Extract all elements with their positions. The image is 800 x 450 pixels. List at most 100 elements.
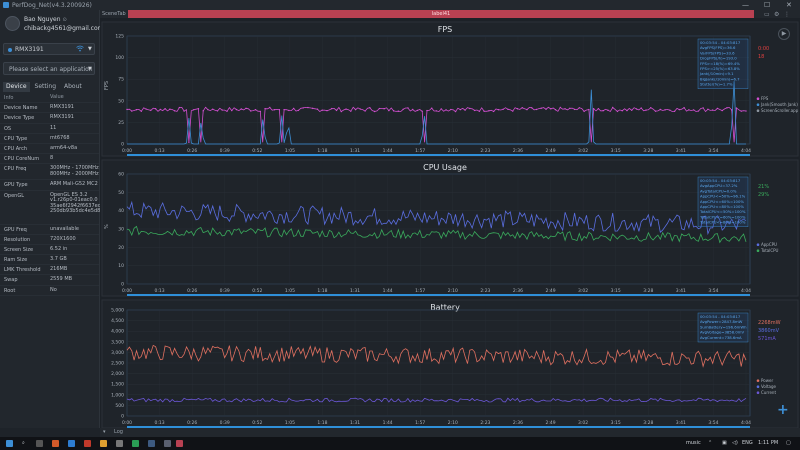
series-point bbox=[454, 110, 457, 113]
series-point bbox=[364, 110, 366, 112]
clock[interactable]: 1:11 PM bbox=[758, 440, 778, 446]
series-point bbox=[673, 110, 676, 113]
folder-icon[interactable] bbox=[100, 440, 107, 447]
series-point bbox=[702, 107, 704, 109]
info-header-value: Value bbox=[50, 94, 64, 100]
current-value-readout: 571mA bbox=[758, 336, 776, 342]
series-point bbox=[197, 107, 200, 110]
series-point bbox=[540, 107, 542, 109]
gear-icon[interactable]: ⚙ bbox=[774, 11, 779, 18]
pdf-icon[interactable] bbox=[84, 440, 91, 447]
y-tick-label: 60 bbox=[118, 172, 124, 178]
series-point bbox=[345, 108, 347, 110]
app-selector[interactable]: Please select an application ▼ bbox=[3, 62, 95, 75]
app-icon[interactable] bbox=[164, 440, 171, 447]
series-point bbox=[354, 108, 357, 111]
search-icon[interactable]: ⌕ bbox=[22, 440, 25, 446]
perfdog-taskbar-icon[interactable] bbox=[176, 440, 183, 447]
more-icon[interactable]: ⋮ bbox=[784, 11, 790, 18]
info-row: GPU Freq unavailable bbox=[0, 225, 99, 235]
windows-start-icon[interactable] bbox=[6, 440, 13, 447]
info-row-key: Resolution bbox=[4, 236, 31, 243]
legend-label: AppCPU bbox=[761, 242, 777, 247]
y-tick-label: 2,500 bbox=[111, 361, 124, 367]
wifi-icon[interactable] bbox=[76, 45, 84, 54]
info-row-key: Swap bbox=[4, 277, 18, 284]
user-icon: ⊙ bbox=[62, 17, 67, 23]
minimize-button[interactable]: — bbox=[742, 1, 749, 9]
series-point bbox=[212, 108, 214, 110]
app-icon[interactable] bbox=[148, 440, 155, 447]
current-value-readout: 21% bbox=[758, 184, 769, 190]
x-tick-label: 1:44 bbox=[383, 148, 393, 154]
info-row: OS 11 bbox=[0, 124, 99, 134]
series-point bbox=[373, 110, 376, 113]
edge-icon[interactable] bbox=[68, 440, 75, 447]
series-point bbox=[554, 108, 557, 111]
series-point bbox=[135, 108, 138, 111]
x-tick-label: 3:02 bbox=[578, 288, 588, 294]
x-tick-label: 0:26 bbox=[187, 288, 197, 294]
avatar[interactable] bbox=[5, 16, 20, 31]
chart-title: Battery bbox=[430, 303, 460, 312]
y-tick-label: 75 bbox=[118, 77, 124, 83]
series-point bbox=[240, 108, 242, 110]
x-tick-label: 2:49 bbox=[545, 148, 555, 154]
excel-icon[interactable] bbox=[132, 440, 139, 447]
x-tick-label: 0:39 bbox=[220, 420, 230, 426]
series-point bbox=[269, 106, 271, 109]
series-point bbox=[321, 109, 323, 111]
browser-icon[interactable] bbox=[52, 440, 59, 447]
info-row: LMK Threshold 216MB bbox=[0, 265, 99, 276]
info-row: CPU CoreNum 8 bbox=[0, 154, 99, 165]
tab-device[interactable]: Device bbox=[3, 82, 30, 92]
y-tick-label: 50 bbox=[118, 190, 124, 196]
series-point bbox=[511, 110, 514, 112]
series-point bbox=[402, 108, 404, 110]
x-tick-label: 2:10 bbox=[448, 420, 458, 426]
language-indicator[interactable]: ENG bbox=[742, 440, 753, 446]
device-selector[interactable]: RMX3191 ▼ bbox=[3, 43, 95, 55]
series-point bbox=[602, 110, 604, 112]
series-point bbox=[559, 106, 561, 109]
info-row: CPU Freq 300MHz - 1700MHz 800MHz - 2000MH… bbox=[0, 164, 99, 181]
x-tick-label: 0:00 bbox=[122, 148, 132, 154]
x-tick-label: 0:13 bbox=[155, 420, 165, 426]
maximize-button[interactable]: ☐ bbox=[764, 1, 770, 9]
series-point bbox=[183, 110, 185, 112]
play-button[interactable]: ▶ bbox=[778, 28, 790, 40]
network-icon[interactable]: ▣ bbox=[722, 440, 727, 446]
notification-icon[interactable]: ▢ bbox=[786, 440, 791, 446]
x-tick-label: 0:26 bbox=[187, 420, 197, 426]
tab-setting[interactable]: Setting bbox=[32, 82, 59, 92]
series-point bbox=[521, 106, 523, 109]
app-icon[interactable] bbox=[116, 440, 123, 447]
close-button[interactable]: ✕ bbox=[786, 1, 792, 9]
tray-chevron-icon[interactable]: ⌃ bbox=[708, 440, 712, 446]
log-toggle-icon[interactable]: ▾ bbox=[103, 429, 106, 435]
tab-about[interactable]: About bbox=[61, 82, 85, 92]
series-point bbox=[216, 110, 219, 112]
x-tick-label: 4:04 bbox=[741, 148, 751, 154]
task-view-icon[interactable] bbox=[36, 440, 43, 447]
taskbar: ⌕ music ⌃ ▣ ◁) ENG 1:11 PM ▢ bbox=[0, 437, 800, 450]
music-tray-label[interactable]: music bbox=[686, 440, 701, 446]
label-tab[interactable]: label41 bbox=[128, 10, 754, 18]
series-point bbox=[192, 109, 195, 111]
volume-icon[interactable]: ◁) bbox=[732, 440, 738, 446]
log-label[interactable]: Log bbox=[114, 429, 123, 435]
series-point bbox=[369, 107, 371, 109]
add-marker-button[interactable]: + bbox=[777, 402, 789, 418]
x-tick-label: 3:28 bbox=[643, 288, 653, 294]
x-tick-label: 0:13 bbox=[155, 288, 165, 294]
y-tick-label: 10 bbox=[118, 263, 124, 269]
folder-icon[interactable]: ▭ bbox=[764, 11, 770, 18]
chart-panel bbox=[101, 21, 799, 157]
scene-tab[interactable]: SceneTab bbox=[102, 11, 126, 17]
info-row-key: CPU CoreNum bbox=[4, 156, 40, 163]
series-point bbox=[154, 108, 157, 110]
info-row-value: arm64-v8a bbox=[50, 144, 78, 151]
series-point bbox=[145, 108, 147, 110]
y-tick-label: 0 bbox=[121, 414, 124, 420]
x-tick-label: 2:36 bbox=[513, 148, 523, 154]
